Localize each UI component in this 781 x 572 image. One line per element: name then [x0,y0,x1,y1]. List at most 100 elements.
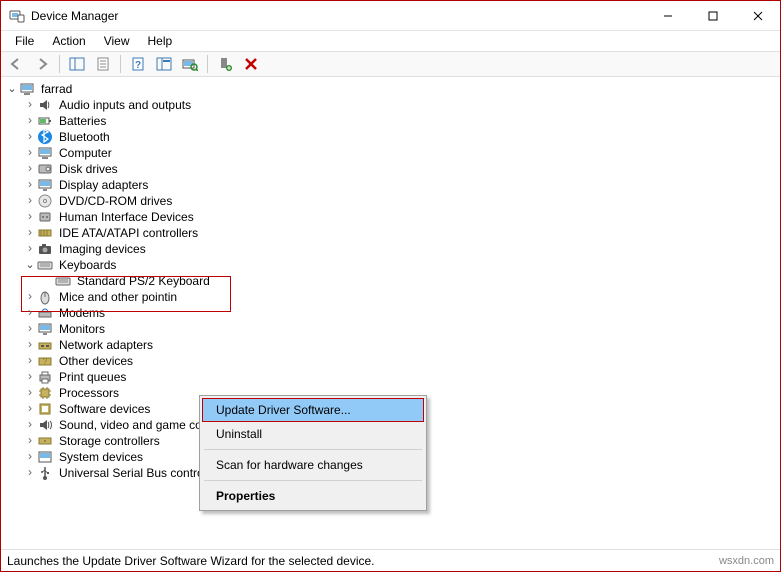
forward-button[interactable] [31,53,53,75]
chevron-icon[interactable] [23,449,37,465]
scan-hardware-button[interactable] [179,53,201,75]
maximize-button[interactable] [690,1,735,30]
chevron-icon[interactable] [23,161,37,177]
printer-icon [37,369,53,385]
tree-item-label: Display adapters [57,178,150,192]
tree-item-label: IDE ATA/ATAPI controllers [57,226,200,240]
computer-icon [37,145,53,161]
chevron-icon[interactable] [23,177,37,193]
chevron-icon[interactable] [23,225,37,241]
imaging-icon [37,241,53,257]
menu-file[interactable]: File [7,32,42,50]
ide-icon [37,225,53,241]
tree-item[interactable]: Audio inputs and outputs [5,97,780,113]
context-menu-scan[interactable]: Scan for hardware changes [202,453,424,477]
chevron-icon[interactable] [23,241,37,257]
battery-icon [37,113,53,129]
other-icon: ? [37,353,53,369]
chevron-icon[interactable] [23,145,37,161]
minimize-button[interactable] [645,1,690,30]
chevron-icon[interactable] [23,401,37,417]
tree-item[interactable]: IDE ATA/ATAPI controllers [5,225,780,241]
chevron-icon[interactable] [23,321,37,337]
back-button[interactable] [5,53,27,75]
tree-item-label: Software devices [57,402,152,416]
storage-icon [37,433,53,449]
toolbar-separator [120,55,121,73]
tree-item-label: Batteries [57,114,108,128]
chevron-icon[interactable] [23,129,37,145]
tree-item-label: Mice and other pointin [57,290,179,304]
context-menu-properties[interactable]: Properties [202,484,424,508]
chevron-icon[interactable] [23,433,37,449]
tree-item[interactable]: ? Other devices [5,353,780,369]
menu-action[interactable]: Action [44,32,93,50]
help-button[interactable]: ? [127,53,149,75]
tree-item-child[interactable]: Standard PS/2 Keyboard [5,273,780,289]
monitor-icon [37,321,53,337]
chevron-icon[interactable] [23,385,37,401]
tree-item[interactable]: Disk drives [5,161,780,177]
tree-item-label: Disk drives [57,162,120,176]
tree-item-label: Other devices [57,354,135,368]
tree-item[interactable]: Keyboards [5,257,780,273]
chevron-icon[interactable] [23,305,37,321]
uninstall-button[interactable] [240,53,262,75]
tree-item[interactable]: Batteries [5,113,780,129]
close-button[interactable] [735,1,780,30]
chevron-icon[interactable] [23,369,37,385]
toolbar-separator [207,55,208,73]
tree-item-label: Network adapters [57,338,155,352]
tree-item[interactable]: DVD/CD-ROM drives [5,193,780,209]
tree-item[interactable]: Mice and other pointin [5,289,780,305]
chevron-icon[interactable] [23,257,37,273]
menubar: File Action View Help [1,31,780,51]
chevron-icon[interactable] [23,465,37,481]
tree-item-label: DVD/CD-ROM drives [57,194,174,208]
chevron-icon[interactable] [23,417,37,433]
show-hide-tree-button[interactable] [66,53,88,75]
chevron-icon[interactable] [23,337,37,353]
display-icon [37,177,53,193]
watermark: wsxdn.com [719,555,774,567]
tree-item-label: Keyboards [57,258,118,272]
disk-icon [37,161,53,177]
menu-help[interactable]: Help [140,32,181,50]
properties-button[interactable] [92,53,114,75]
chevron-icon[interactable] [23,113,37,129]
tree-root[interactable]: farrad [5,81,780,97]
tree-item[interactable]: Network adapters [5,337,780,353]
chevron-icon[interactable] [23,289,37,305]
tree-item-label: Human Interface Devices [57,210,196,224]
chevron-down-icon[interactable] [5,81,19,97]
chevron-icon[interactable] [23,209,37,225]
tree-item-label: Standard PS/2 Keyboard [75,274,212,288]
tree-item[interactable]: Modems [5,305,780,321]
context-menu-uninstall[interactable]: Uninstall [202,422,424,446]
computer-icon [19,81,35,97]
tree-item[interactable]: Monitors [5,321,780,337]
tree-item[interactable]: Computer [5,145,780,161]
chevron-icon[interactable] [23,193,37,209]
titlebar: Device Manager [1,1,780,31]
tree-item[interactable]: Display adapters [5,177,780,193]
chevron-icon[interactable] [23,353,37,369]
tree-item-label: Print queues [57,370,128,384]
tree-item[interactable]: Bluetooth [5,129,780,145]
statusbar-text: Launches the Update Driver Software Wiza… [7,554,375,568]
menu-view[interactable]: View [96,32,138,50]
add-legacy-button[interactable] [214,53,236,75]
tree-item-label: Bluetooth [57,130,112,144]
action-button[interactable] [153,53,175,75]
tree-item[interactable]: Imaging devices [5,241,780,257]
audio-icon [37,97,53,113]
modem-icon [37,305,53,321]
chevron-icon[interactable] [23,97,37,113]
tree-item[interactable]: Print queues [5,369,780,385]
tree-item[interactable]: Human Interface Devices [5,209,780,225]
sound-icon [37,417,53,433]
bluetooth-icon [37,129,53,145]
device-tree[interactable]: farrad Audio inputs and outputsBatteries… [1,77,780,549]
context-menu-update-driver[interactable]: Update Driver Software... [202,398,424,422]
tree-item-label: Computer [57,146,114,160]
